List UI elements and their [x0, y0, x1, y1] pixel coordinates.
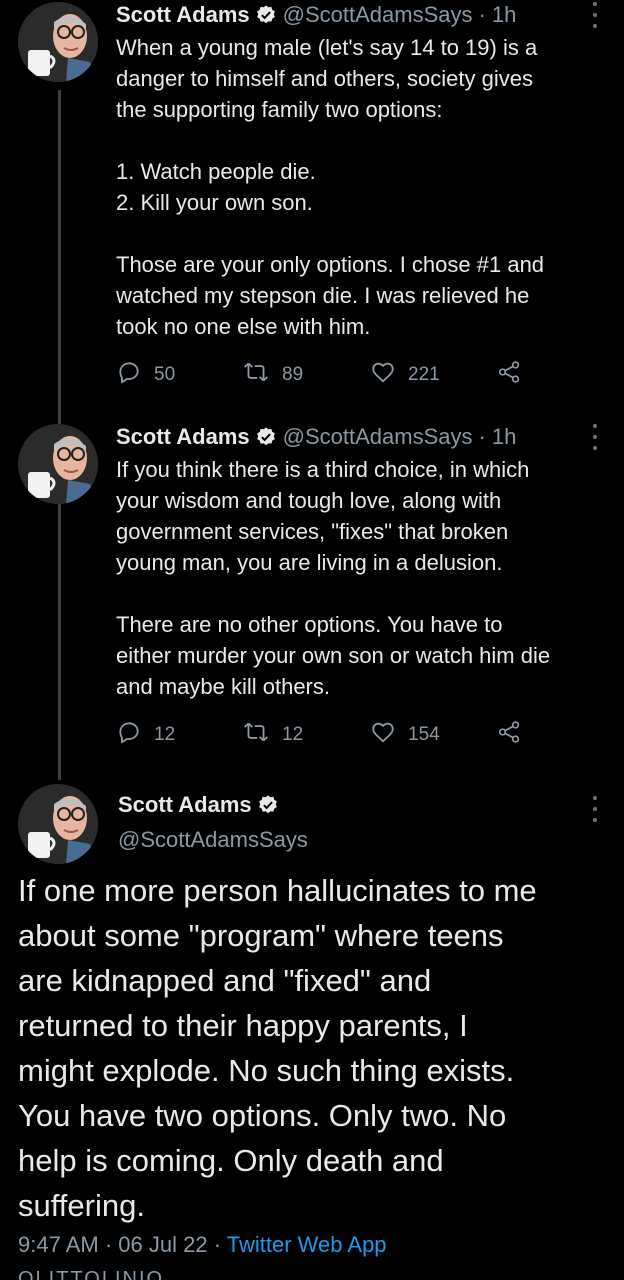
retweet-icon	[242, 719, 270, 751]
reply-button[interactable]: 12	[116, 720, 175, 750]
separator: ·	[104, 1232, 113, 1257]
like-count: 221	[408, 364, 440, 385]
like-count: 154	[408, 724, 440, 745]
retweet-button[interactable]: 12	[242, 720, 303, 750]
text-line: might explode. No such thing exists.	[18, 1053, 515, 1088]
text-line: your wisdom and tough love, along with	[116, 488, 502, 513]
source-app-link[interactable]: Twitter Web App	[227, 1232, 387, 1257]
author-name[interactable]: Scott Adams	[118, 792, 252, 818]
paragraph: When a young male (let's say 14 to 19) i…	[116, 32, 606, 125]
like-icon	[370, 719, 396, 751]
author-name[interactable]: Scott Adams	[116, 2, 250, 28]
text-line: If one more person hallucinates to me	[18, 873, 537, 908]
retweet-count: 89	[282, 364, 304, 385]
paragraph: 1. Watch people die. 2. Kill your own so…	[116, 156, 606, 218]
tweet-actions: 50 89 221	[116, 360, 536, 390]
verified-icon	[255, 426, 277, 448]
text-line: 1. Watch people die.	[116, 159, 316, 184]
verified-icon	[257, 794, 279, 816]
author-handle[interactable]: @ScottAdamsSays	[118, 827, 308, 853]
retweet-count: 12	[282, 724, 304, 745]
paragraph: There are no other options. You have to …	[116, 609, 606, 702]
text-line: about some "program" where teens	[18, 918, 504, 953]
more-icon[interactable]	[592, 424, 598, 450]
tweet-text: If you think there is a third choice, in…	[116, 454, 606, 702]
paragraph: Those are your only options. I chose #1 …	[116, 249, 606, 342]
text-line: 2. Kill your own son.	[116, 190, 313, 215]
author-handle[interactable]: @ScottAdamsSays	[283, 424, 473, 450]
text-line: young man, you are living in a delusion.	[116, 550, 503, 575]
tweet-date[interactable]: 06 Jul 22	[118, 1232, 207, 1257]
text-line: are kidnapped and "fixed" and	[18, 963, 432, 998]
tweet-time[interactable]: 9:47 AM	[18, 1232, 99, 1257]
separator: ·	[478, 2, 486, 27]
share-icon	[496, 719, 522, 751]
like-icon	[370, 359, 396, 391]
text-line: the supporting family two options:	[116, 97, 443, 122]
text-line: took no one else with him.	[116, 314, 371, 339]
like-button[interactable]: 154	[370, 720, 440, 750]
verified-icon	[255, 4, 277, 26]
retweet-icon	[242, 359, 270, 391]
tweet-actions: 12 12 154	[116, 720, 536, 750]
main-tweet-text: If one more person hallucinates to me ab…	[18, 868, 618, 1228]
separator: ·	[478, 424, 486, 449]
timestamp[interactable]: 1h	[492, 2, 516, 28]
reply-count: 12	[154, 724, 176, 745]
text-line: watched my stepson die. I was relieved h…	[116, 283, 530, 308]
share-button[interactable]	[496, 360, 522, 390]
more-icon[interactable]	[592, 2, 598, 28]
reply-count: 50	[154, 364, 176, 385]
text-line: When a young male (let's say 14 to 19) i…	[116, 35, 538, 60]
avatar[interactable]	[18, 2, 98, 82]
text-line: There are no other options. You have to	[116, 612, 503, 637]
text-line: Those are your only options. I chose #1 …	[116, 252, 545, 277]
text-line: suffering.	[18, 1188, 145, 1223]
separator: ·	[213, 1232, 222, 1257]
text-line: and maybe kill others.	[116, 674, 330, 699]
text-line: danger to himself and others, society gi…	[116, 66, 534, 91]
text-line: returned to their happy parents, I	[18, 1008, 468, 1043]
paragraph: If you think there is a third choice, in…	[116, 454, 606, 578]
cut-off-text: OLITTOLINIO	[18, 1268, 165, 1280]
text-line: government services, "fixes" that broken	[116, 519, 509, 544]
like-button[interactable]: 221	[370, 360, 440, 390]
share-icon	[496, 359, 522, 391]
text-line: help is coming. Only death and	[18, 1143, 444, 1178]
tweet-meta: 9:47 AM · 06 Jul 22 · Twitter Web App	[18, 1232, 387, 1258]
twitter-thread: Scott Adams @ScottAdamsSays · 1h When a …	[0, 0, 624, 1280]
reply-icon	[116, 359, 142, 391]
timestamp[interactable]: 1h	[492, 424, 516, 450]
tweet-header: Scott Adams @ScottAdamsSays · 1h	[116, 424, 516, 450]
author-handle[interactable]: @ScottAdamsSays	[283, 2, 473, 28]
reply-icon	[116, 719, 142, 751]
more-icon[interactable]	[592, 796, 598, 822]
reply-button[interactable]: 50	[116, 360, 175, 390]
avatar[interactable]	[18, 424, 98, 504]
tweet-text: When a young male (let's say 14 to 19) i…	[116, 32, 606, 342]
text-line: If you think there is a third choice, in…	[116, 457, 530, 482]
text-line: either murder your own son or watch him …	[116, 643, 551, 668]
tweet-header: Scott Adams @ScottAdamsSays · 1h	[116, 2, 516, 28]
avatar[interactable]	[18, 784, 98, 864]
retweet-button[interactable]: 89	[242, 360, 303, 390]
share-button[interactable]	[496, 720, 522, 750]
author-name[interactable]: Scott Adams	[116, 424, 250, 450]
main-tweet-author[interactable]: Scott Adams	[118, 792, 285, 818]
text-line: You have two options. Only two. No	[18, 1098, 507, 1133]
